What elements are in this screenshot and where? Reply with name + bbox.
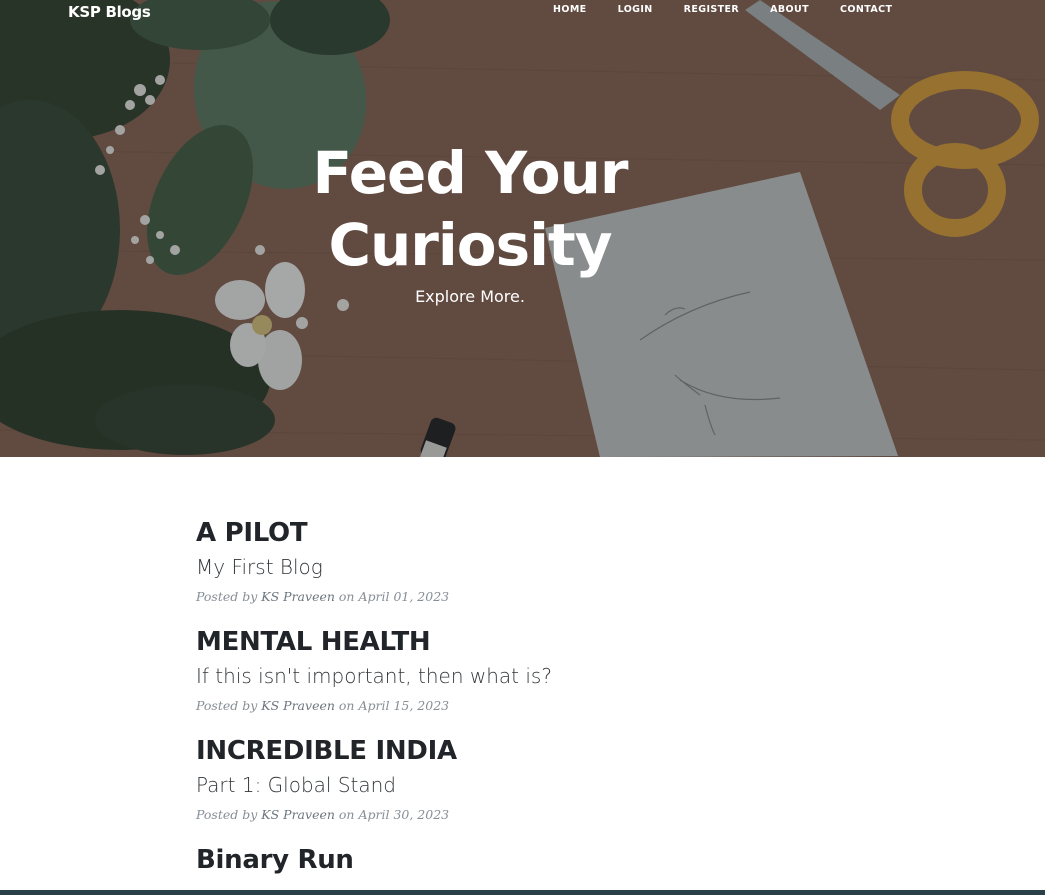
- post-meta-on: on: [338, 589, 355, 604]
- hero-subheading: Explore More.: [415, 287, 525, 306]
- post-preview[interactable]: Binary Run: [196, 843, 846, 877]
- post-title: Binary Run: [196, 845, 354, 875]
- hero-heading: Feed Your Curiosity: [270, 137, 670, 281]
- hero-heading-line2: Curiosity: [328, 211, 612, 279]
- nav-item-home: HOME: [553, 4, 587, 16]
- post-subtitle: My First Blog: [196, 555, 323, 579]
- post-meta-prefix: Posted by: [196, 698, 258, 713]
- post-preview[interactable]: A PILOT My First Blog Posted by KS Prave…: [196, 516, 846, 606]
- nav-item-about: ABOUT: [770, 4, 809, 16]
- nav-link-login[interactable]: LOGIN: [618, 4, 653, 16]
- post-preview[interactable]: INCREDIBLE INDIA Part 1: Global Stand Po…: [196, 734, 846, 824]
- post-date: April 30, 2023: [358, 807, 450, 822]
- post-title: INCREDIBLE INDIA: [196, 736, 457, 766]
- nav-item-login: LOGIN: [618, 4, 653, 16]
- post-subtitle: Part 1: Global Stand: [196, 773, 396, 797]
- hero-header: KSP Blogs HOME LOGIN REGISTER ABOUT CONT…: [0, 0, 1045, 457]
- hero-heading-line1: Feed Your: [312, 139, 628, 207]
- post-meta-prefix: Posted by: [196, 589, 258, 604]
- post-meta: Posted by KS Praveen on April 01, 2023: [196, 588, 846, 606]
- post-title: A PILOT: [196, 518, 308, 548]
- main-nav: HOME LOGIN REGISTER ABOUT CONTACT: [553, 4, 892, 16]
- post-preview[interactable]: MENTAL HEALTH If this isn't important, t…: [196, 625, 846, 715]
- post-meta: Posted by KS Praveen on April 30, 2023: [196, 806, 846, 824]
- nav-item-register: REGISTER: [684, 4, 739, 16]
- post-meta-prefix: Posted by: [196, 807, 258, 822]
- nav-link-register[interactable]: REGISTER: [684, 4, 739, 16]
- bottom-edge-bar: [0, 890, 1045, 895]
- post-author-link[interactable]: KS Praveen: [261, 698, 335, 713]
- post-author-link[interactable]: KS Praveen: [261, 807, 335, 822]
- post-date: April 01, 2023: [358, 589, 450, 604]
- post-author-link[interactable]: KS Praveen: [261, 589, 335, 604]
- post-meta-on: on: [338, 807, 355, 822]
- post-subtitle: If this isn't important, then what is?: [196, 664, 552, 688]
- brand-logo-link[interactable]: KSP Blogs: [68, 2, 151, 22]
- nav-link-contact[interactable]: CONTACT: [840, 4, 892, 16]
- post-list: A PILOT My First Blog Posted by KS Prave…: [196, 516, 846, 877]
- post-meta-on: on: [338, 698, 355, 713]
- post-date: April 15, 2023: [358, 698, 450, 713]
- post-meta: Posted by KS Praveen on April 15, 2023: [196, 697, 846, 715]
- nav-item-contact: CONTACT: [840, 4, 892, 16]
- nav-link-about[interactable]: ABOUT: [770, 4, 809, 16]
- nav-link-home[interactable]: HOME: [553, 4, 587, 16]
- post-title: MENTAL HEALTH: [196, 627, 431, 657]
